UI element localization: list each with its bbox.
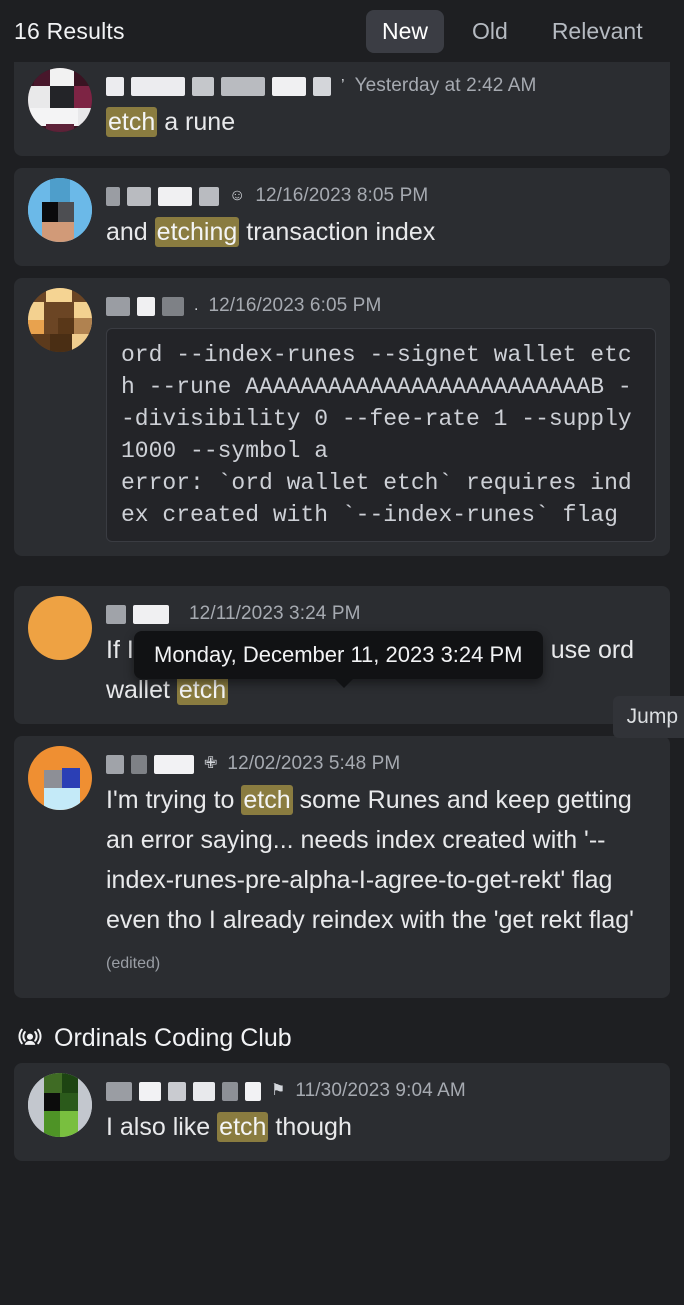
message-content: etch a rune bbox=[106, 102, 656, 142]
discord-search-results-panel: 16 Results New Old Relevant ’ Yesterday … bbox=[0, 0, 684, 1305]
redacted-author-name bbox=[106, 296, 184, 316]
tooltip-text: Monday, December 11, 2023 3:24 PM bbox=[154, 642, 523, 667]
message-content: and etching transaction index bbox=[106, 212, 656, 252]
author-badge-icon: ✙ bbox=[204, 755, 218, 772]
sort-tab-group: New Old Relevant bbox=[366, 0, 659, 62]
message-text-before: and bbox=[106, 218, 155, 246]
avatar[interactable] bbox=[28, 68, 92, 132]
tab-relevant[interactable]: Relevant bbox=[536, 10, 659, 53]
tooltip-arrow bbox=[334, 678, 354, 688]
timestamp-tooltip: Monday, December 11, 2023 3:24 PM bbox=[134, 631, 543, 688]
search-result-item[interactable]: . 12/16/2023 6:05 PM ord --index-runes -… bbox=[14, 278, 670, 556]
message-text-before: I'm trying to bbox=[106, 786, 242, 814]
tab-new[interactable]: New bbox=[366, 9, 445, 53]
channel-group-header: Ordinals Coding Club bbox=[0, 1010, 684, 1063]
message-timestamp[interactable]: 12/02/2023 5:48 PM bbox=[227, 753, 400, 775]
message-header: 12/11/2023 3:24 PM bbox=[106, 600, 656, 628]
search-term-highlight: etch bbox=[217, 1112, 269, 1142]
redacted-author-name bbox=[106, 754, 194, 774]
tab-old[interactable]: Old bbox=[456, 10, 524, 53]
message-text-after: transaction index bbox=[239, 218, 436, 246]
avatar[interactable] bbox=[28, 746, 92, 810]
redacted-author-name bbox=[106, 604, 169, 624]
message-text-before: I also like bbox=[106, 1113, 218, 1141]
code-block: ord --index-runes --signet wallet etch -… bbox=[106, 328, 656, 542]
search-result-item[interactable]: ☺ 12/16/2023 8:05 PM and etching transac… bbox=[14, 168, 670, 266]
author-badge-icon: . bbox=[194, 297, 199, 314]
search-term-highlight: etch bbox=[106, 107, 158, 137]
author-badge-icon: ⚑ bbox=[271, 1082, 286, 1099]
search-term-highlight: etch bbox=[176, 675, 229, 705]
avatar[interactable] bbox=[28, 1073, 92, 1137]
search-result-item[interactable]: ✙ 12/02/2023 5:48 PM I'm trying to etch … bbox=[14, 736, 670, 998]
channel-name-label[interactable]: Ordinals Coding Club bbox=[54, 1024, 292, 1053]
jump-button-label: Jump bbox=[626, 705, 678, 728]
message-text-after: though bbox=[268, 1113, 352, 1141]
message-header: ’ Yesterday at 2:42 AM bbox=[106, 72, 656, 100]
search-result-item[interactable]: ’ Yesterday at 2:42 AM etch a rune bbox=[14, 62, 670, 156]
message-timestamp[interactable]: 12/16/2023 6:05 PM bbox=[208, 295, 381, 317]
message-header: ⚑ 11/30/2023 9:04 AM bbox=[106, 1077, 656, 1105]
message-timestamp[interactable]: Yesterday at 2:42 AM bbox=[355, 75, 537, 97]
avatar[interactable] bbox=[28, 178, 92, 242]
message-timestamp[interactable]: 12/11/2023 3:24 PM bbox=[189, 603, 361, 625]
author-badge-icon: ’ bbox=[341, 77, 345, 94]
message-text-after: a rune bbox=[157, 108, 236, 136]
message-header: ✙ 12/02/2023 5:48 PM bbox=[106, 750, 656, 778]
stage-channel-icon bbox=[16, 1025, 44, 1053]
message-timestamp[interactable]: 12/16/2023 8:05 PM bbox=[255, 185, 428, 207]
edited-marker: (edited) bbox=[106, 955, 161, 972]
search-result-item[interactable]: ⚑ 11/30/2023 9:04 AM I also like etch th… bbox=[14, 1063, 670, 1161]
avatar[interactable] bbox=[28, 288, 92, 352]
search-term-highlight: etching bbox=[154, 217, 240, 247]
message-content: I'm trying to etch some Runes and keep g… bbox=[106, 780, 656, 984]
search-term-highlight: etch bbox=[241, 785, 293, 815]
avatar[interactable] bbox=[28, 596, 92, 660]
redacted-author-name bbox=[106, 1081, 261, 1101]
jump-button[interactable]: Jump bbox=[612, 696, 684, 738]
message-timestamp[interactable]: 11/30/2023 9:04 AM bbox=[295, 1080, 465, 1102]
author-badge-icon: ☺ bbox=[229, 187, 246, 204]
message-content: I also like etch though bbox=[106, 1107, 656, 1147]
redacted-author-name bbox=[106, 186, 219, 206]
message-header: . 12/16/2023 6:05 PM bbox=[106, 292, 656, 320]
search-results-header: 16 Results New Old Relevant bbox=[0, 0, 684, 62]
results-count-label: 16 Results bbox=[14, 17, 125, 44]
redacted-author-name bbox=[106, 76, 331, 96]
message-header: ☺ 12/16/2023 8:05 PM bbox=[106, 182, 656, 210]
